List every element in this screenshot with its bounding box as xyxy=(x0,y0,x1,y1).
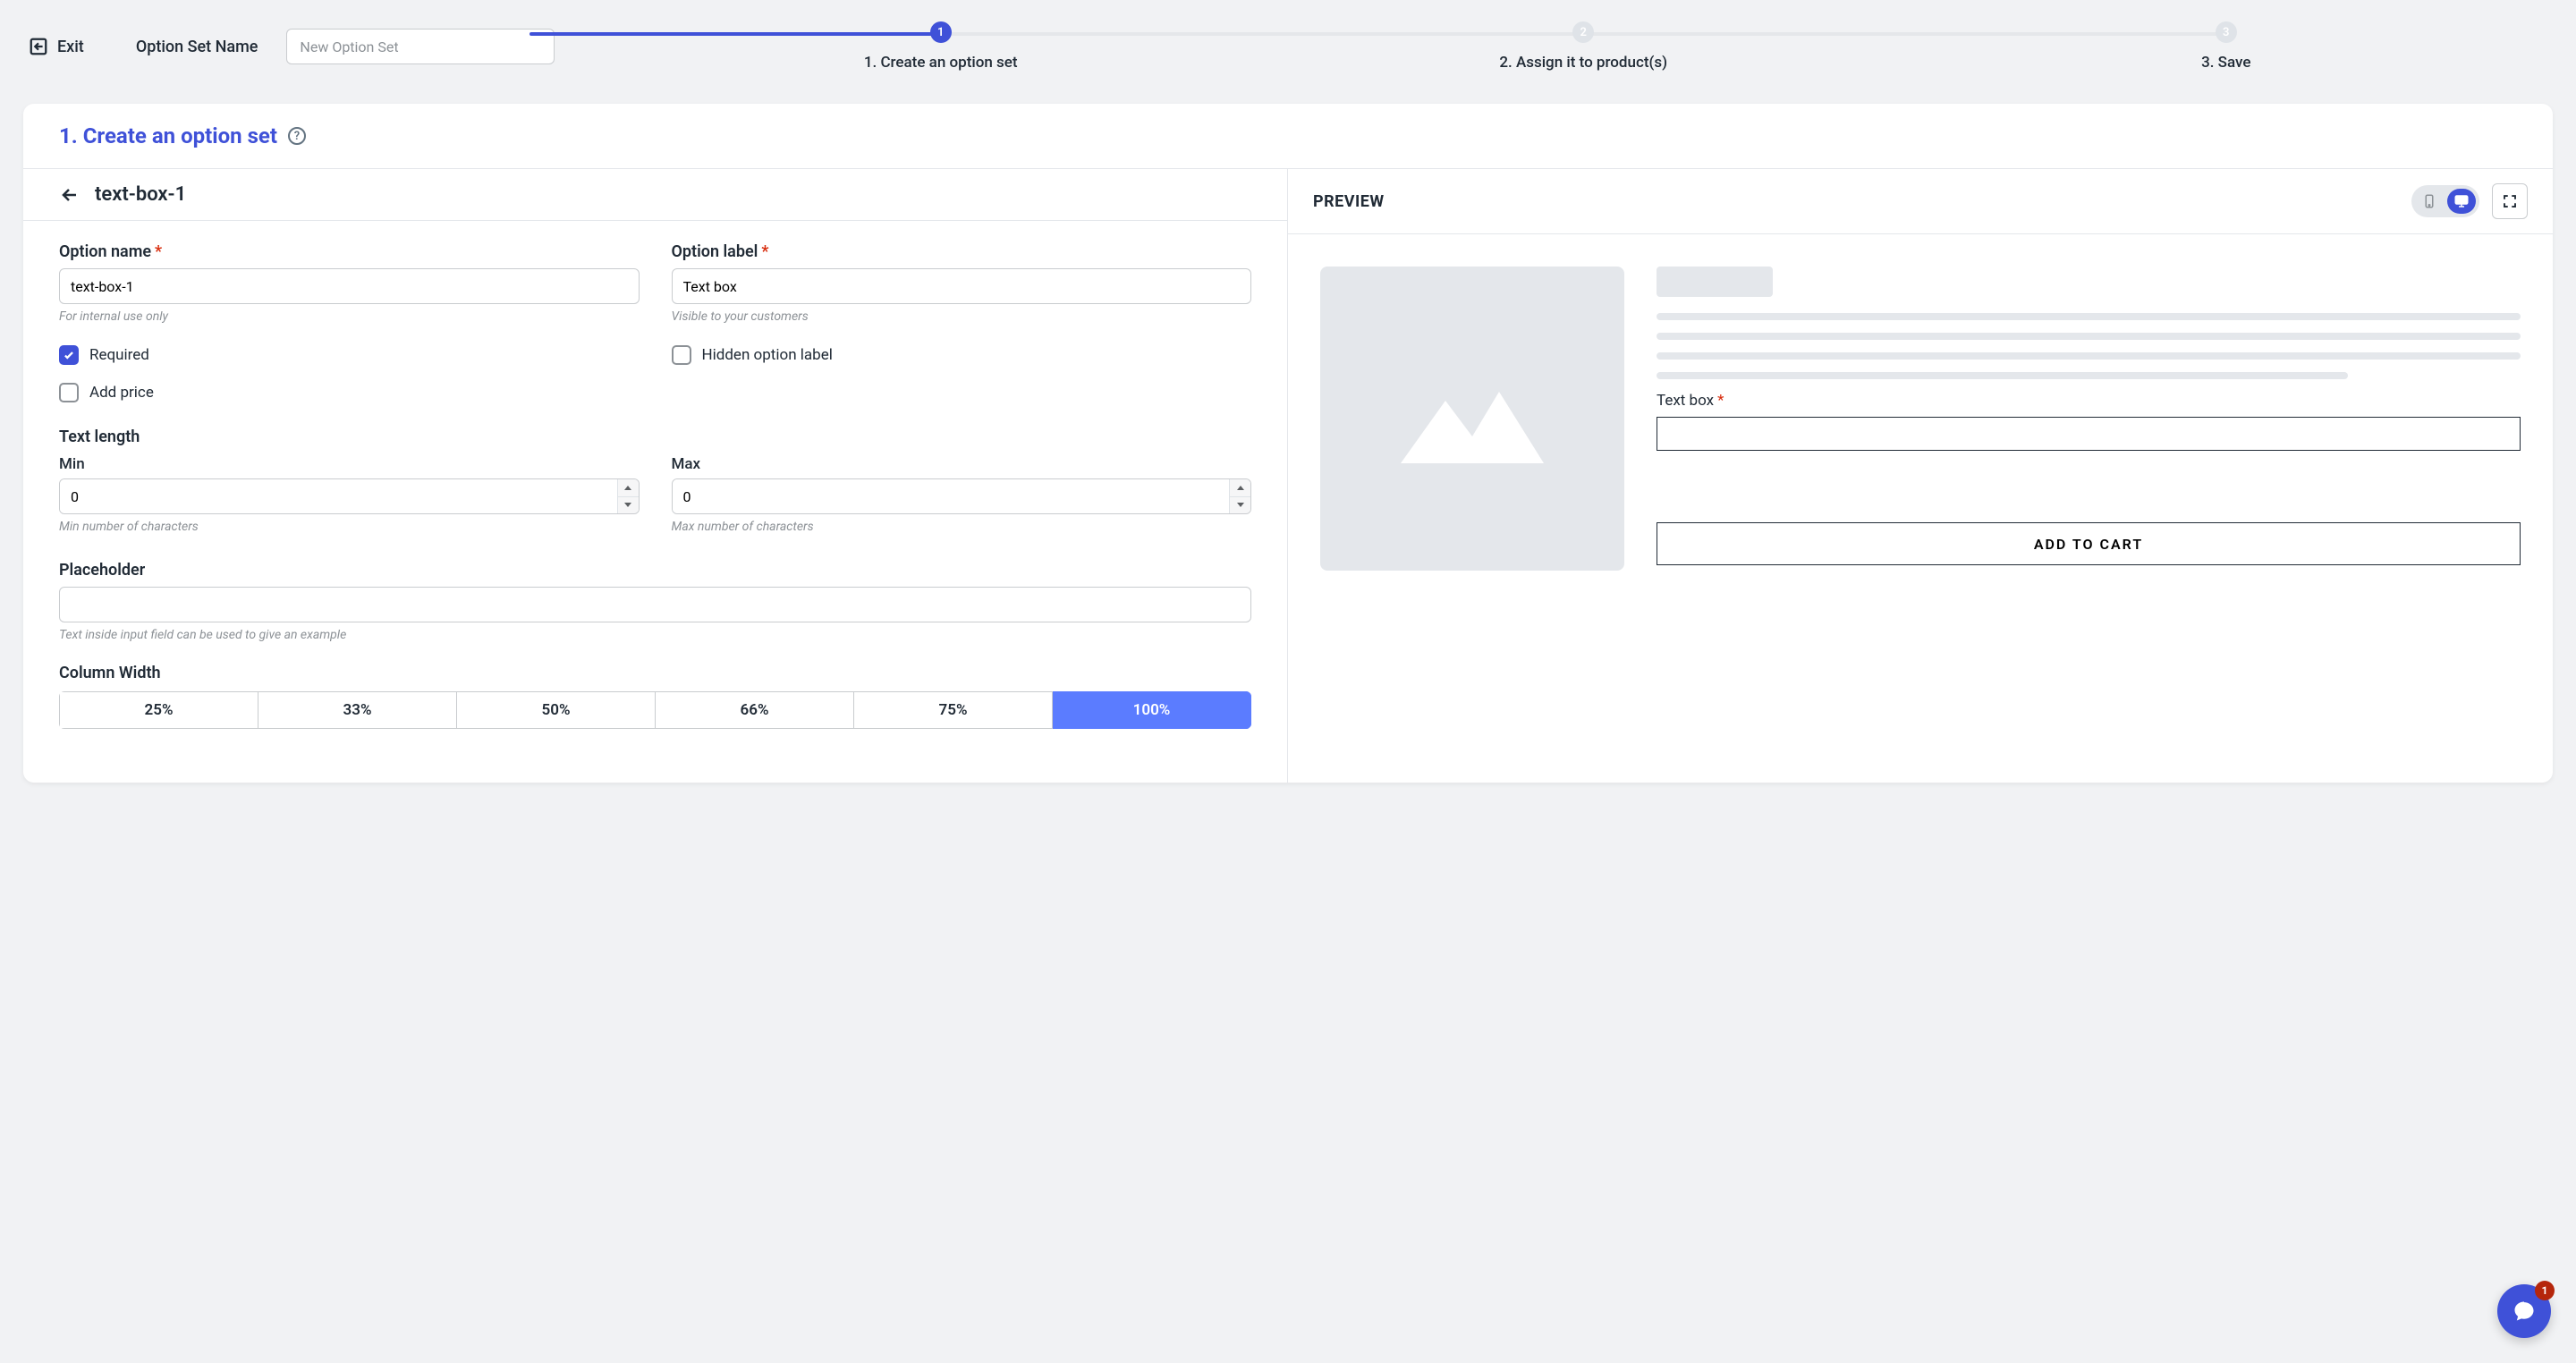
exit-label: Exit xyxy=(57,38,84,56)
option-label-hint: Visible to your customers xyxy=(672,309,1252,324)
max-input[interactable] xyxy=(673,479,1230,513)
skeleton-line xyxy=(1657,313,2521,320)
seg-100[interactable]: 100% xyxy=(1053,691,1251,729)
skeleton-title xyxy=(1657,267,1773,297)
chat-badge: 1 xyxy=(2535,1281,2555,1300)
card-title: 1. Create an option set xyxy=(59,123,277,148)
help-icon[interactable]: ? xyxy=(288,127,306,145)
step-2-circle[interactable]: 2 xyxy=(1572,21,1594,43)
option-name-hint: For internal use only xyxy=(59,309,640,324)
back-arrow-icon[interactable] xyxy=(59,184,80,206)
step-1-label: 1. Create an option set xyxy=(864,54,1018,72)
step-1-circle[interactable]: 1 xyxy=(930,21,952,43)
max-hint: Max number of characters xyxy=(672,520,1252,534)
seg-75[interactable]: 75% xyxy=(854,691,1053,729)
text-length-label: Text length xyxy=(59,428,1251,446)
min-decrement[interactable] xyxy=(618,497,639,514)
max-increment[interactable] xyxy=(1230,479,1250,497)
column-width-label: Column Width xyxy=(59,664,1251,682)
step-3-circle[interactable]: 3 xyxy=(2216,21,2237,43)
exit-button[interactable]: Exit xyxy=(29,37,84,56)
option-label-label: Option label* xyxy=(672,242,1252,261)
main-card: 1. Create an option set ? text-box-1 Opt… xyxy=(23,104,2553,783)
exit-icon xyxy=(29,37,48,56)
fullscreen-icon xyxy=(2502,193,2518,209)
required-checkbox[interactable] xyxy=(59,345,79,365)
skeleton-line xyxy=(1657,352,2521,360)
option-name-label: Option name* xyxy=(59,242,640,261)
step-2-label: 2. Assign it to product(s) xyxy=(1499,54,1667,72)
desktop-icon xyxy=(2453,193,2470,209)
skeleton-line xyxy=(1657,372,2348,379)
fullscreen-button[interactable] xyxy=(2492,183,2528,219)
seg-33[interactable]: 33% xyxy=(258,691,457,729)
stepper: 1 1. Create an option set 2 2. Assign it… xyxy=(619,21,2547,72)
add-to-cart-button[interactable]: ADD TO CART xyxy=(1657,522,2521,565)
min-hint: Min number of characters xyxy=(59,520,640,534)
placeholder-input[interactable] xyxy=(59,587,1251,622)
hidden-label-label: Hidden option label xyxy=(702,346,833,364)
preview-title: PREVIEW xyxy=(1313,192,1385,211)
add-price-checkbox[interactable] xyxy=(59,383,79,402)
crumb-title: text-box-1 xyxy=(95,183,186,206)
product-image-placeholder xyxy=(1320,267,1624,571)
column-width-segments: 25% 33% 50% 66% 75% 100% xyxy=(59,691,1251,729)
seg-25[interactable]: 25% xyxy=(59,691,258,729)
placeholder-label: Placeholder xyxy=(59,561,1251,580)
preview-field-label: Text box* xyxy=(1657,392,2521,410)
chat-button[interactable]: 1 xyxy=(2497,1284,2551,1338)
mobile-icon xyxy=(2421,193,2437,209)
mountain-icon xyxy=(1383,365,1562,472)
seg-66[interactable]: 66% xyxy=(656,691,854,729)
option-set-name-input[interactable] xyxy=(286,29,555,64)
option-set-name-label: Option Set Name xyxy=(136,38,258,56)
step-3-label: 3. Save xyxy=(2201,54,2250,72)
min-label: Min xyxy=(59,455,640,473)
desktop-view-button[interactable] xyxy=(2447,189,2476,214)
skeleton-line xyxy=(1657,333,2521,340)
option-label-input[interactable] xyxy=(672,268,1252,304)
mobile-view-button[interactable] xyxy=(2415,189,2444,214)
max-label: Max xyxy=(672,455,1252,473)
preview-text-input[interactable] xyxy=(1657,417,2521,451)
required-label: Required xyxy=(89,346,149,364)
chat-icon xyxy=(2512,1299,2537,1324)
hidden-label-checkbox[interactable] xyxy=(672,345,691,365)
placeholder-hint: Text inside input field can be used to g… xyxy=(59,628,1251,642)
min-input[interactable] xyxy=(60,479,617,513)
min-increment[interactable] xyxy=(618,479,639,497)
device-toggle xyxy=(2411,185,2479,217)
max-decrement[interactable] xyxy=(1230,497,1250,514)
add-price-label: Add price xyxy=(89,384,154,402)
option-name-input[interactable] xyxy=(59,268,640,304)
seg-50[interactable]: 50% xyxy=(457,691,656,729)
